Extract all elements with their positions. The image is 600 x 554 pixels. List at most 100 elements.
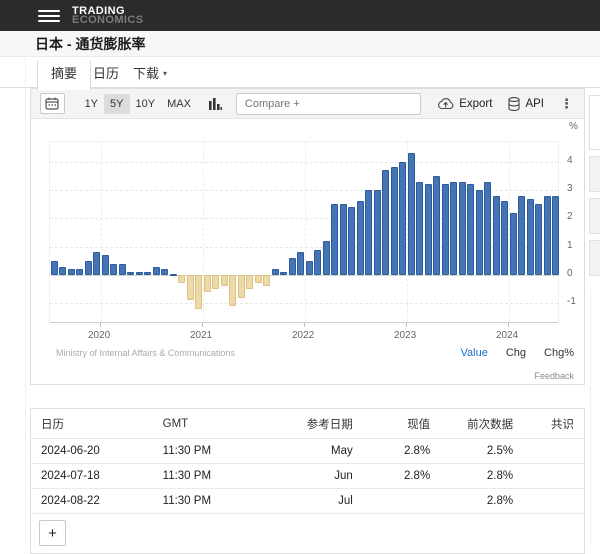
- chart-bar[interactable]: [501, 201, 508, 275]
- cloud-upload-icon: [437, 97, 454, 110]
- chart-bar[interactable]: [289, 258, 296, 275]
- chart-bar[interactable]: [408, 153, 415, 275]
- api-button[interactable]: API: [508, 97, 544, 111]
- chart-bar[interactable]: [110, 264, 117, 275]
- chart-type-button[interactable]: [209, 97, 222, 111]
- chart-bar[interactable]: [331, 204, 338, 275]
- chart-bar[interactable]: [93, 252, 100, 275]
- compare-input[interactable]: [236, 93, 421, 115]
- chart-bar[interactable]: [246, 275, 253, 289]
- table-row[interactable]: 2024-07-18 11:30 PM Jun 2.8% 2.8%: [31, 464, 584, 489]
- feedback-link[interactable]: Feedback: [534, 371, 574, 381]
- chart-bar[interactable]: [314, 250, 321, 275]
- chart-bar[interactable]: [144, 272, 151, 275]
- chart-bar[interactable]: [357, 201, 364, 275]
- mode-chg-link[interactable]: Chg: [506, 347, 526, 359]
- column-chart-icon: [209, 97, 222, 111]
- gridline: [305, 142, 306, 322]
- chart-bar[interactable]: [527, 199, 534, 275]
- chart-bar[interactable]: [127, 272, 134, 275]
- range-10y-button[interactable]: 10Y: [130, 94, 162, 114]
- gridline: [50, 162, 558, 163]
- x-tick-label: 2020: [88, 330, 110, 341]
- chart-bar[interactable]: [433, 176, 440, 275]
- range-max-button[interactable]: MAX: [161, 94, 197, 114]
- chart-bar[interactable]: [510, 213, 517, 275]
- export-button[interactable]: Export: [437, 97, 492, 110]
- tab-summary[interactable]: 摘要: [37, 60, 91, 90]
- chart-bar[interactable]: [238, 275, 245, 298]
- chart-bar[interactable]: [272, 269, 279, 275]
- chart-bar[interactable]: [280, 272, 287, 275]
- chart-bar[interactable]: [348, 207, 355, 275]
- top-nav-bar: TRADING ECONOMICS: [0, 0, 600, 31]
- chart-bar[interactable]: [204, 275, 211, 292]
- x-axis-tick: [304, 323, 305, 327]
- chart-bar[interactable]: [187, 275, 194, 300]
- chart-bar[interactable]: [136, 272, 143, 275]
- cutoff-widget: [589, 198, 600, 234]
- chart-bar[interactable]: [476, 190, 483, 275]
- cutoff-widget: [589, 240, 600, 276]
- x-axis-tick: [508, 323, 509, 327]
- trading-economics-logo[interactable]: TRADING ECONOMICS: [72, 7, 143, 25]
- chart-bar[interactable]: [229, 275, 236, 306]
- chart-bar[interactable]: [221, 275, 228, 286]
- chart-bar[interactable]: [68, 269, 75, 275]
- chart-bar[interactable]: [306, 261, 313, 275]
- y-tick-label: 3: [567, 183, 573, 194]
- chart-bar[interactable]: [535, 204, 542, 275]
- chart-bar[interactable]: [195, 275, 202, 309]
- chart-bar[interactable]: [399, 162, 406, 275]
- chart-bar[interactable]: [552, 196, 559, 275]
- chart-bar[interactable]: [493, 196, 500, 275]
- chart-bar[interactable]: [391, 167, 398, 275]
- chart-bar[interactable]: [374, 190, 381, 275]
- chart-bar[interactable]: [340, 204, 347, 275]
- chart-bar[interactable]: [170, 274, 177, 276]
- chart-bar[interactable]: [76, 269, 83, 275]
- chart-bar[interactable]: [102, 255, 109, 275]
- chart-bar[interactable]: [59, 267, 66, 275]
- source-attribution: Ministry of Internal Affairs & Communica…: [56, 348, 235, 358]
- chart-bar[interactable]: [85, 261, 92, 275]
- chart-bar[interactable]: [255, 275, 262, 283]
- chart-bar[interactable]: [323, 241, 330, 275]
- chart-bar[interactable]: [178, 275, 185, 283]
- range-1y-button[interactable]: 1Y: [79, 94, 104, 114]
- chart-bar[interactable]: [442, 184, 449, 275]
- chart-bar[interactable]: [450, 182, 457, 275]
- more-options-icon[interactable]: ⋮: [560, 96, 573, 112]
- chart-bar[interactable]: [484, 182, 491, 275]
- chart-bar[interactable]: [263, 275, 270, 286]
- tab-download[interactable]: 下载▾: [120, 60, 180, 89]
- page-title: 日本 - 通货膨胀率: [35, 34, 145, 54]
- chart-bar[interactable]: [365, 190, 372, 275]
- chart-bar[interactable]: [382, 170, 389, 275]
- chart-bar[interactable]: [212, 275, 219, 289]
- chart-bar[interactable]: [51, 261, 58, 275]
- hamburger-menu-icon[interactable]: [38, 7, 60, 25]
- mode-value-link[interactable]: Value: [461, 347, 488, 359]
- chart-bar[interactable]: [161, 269, 168, 275]
- chart-bar[interactable]: [297, 252, 304, 275]
- chart-bar[interactable]: [416, 182, 423, 275]
- mode-chgpct-link[interactable]: Chg%: [544, 347, 574, 359]
- chart-bar[interactable]: [467, 184, 474, 275]
- chart-bar[interactable]: [544, 196, 551, 275]
- header-gmt: GMT: [153, 409, 269, 439]
- add-row-button[interactable]: +: [39, 520, 66, 546]
- chart-bar[interactable]: [459, 182, 466, 275]
- database-icon: [508, 97, 520, 111]
- right-edge-cutoff-panel: [589, 95, 600, 282]
- table-footer: +: [31, 514, 584, 553]
- chart-bar[interactable]: [425, 184, 432, 275]
- range-5y-button[interactable]: 5Y: [104, 94, 129, 114]
- chart-bar[interactable]: [153, 267, 160, 275]
- chart-bar[interactable]: [518, 196, 525, 275]
- gridline: [50, 303, 558, 304]
- calendar-range-button[interactable]: [40, 93, 65, 114]
- table-row[interactable]: 2024-08-22 11:30 PM Jul 2.8%: [31, 489, 584, 514]
- table-row[interactable]: 2024-06-20 11:30 PM May 2.8% 2.5%: [31, 439, 584, 464]
- chart-bar[interactable]: [119, 264, 126, 275]
